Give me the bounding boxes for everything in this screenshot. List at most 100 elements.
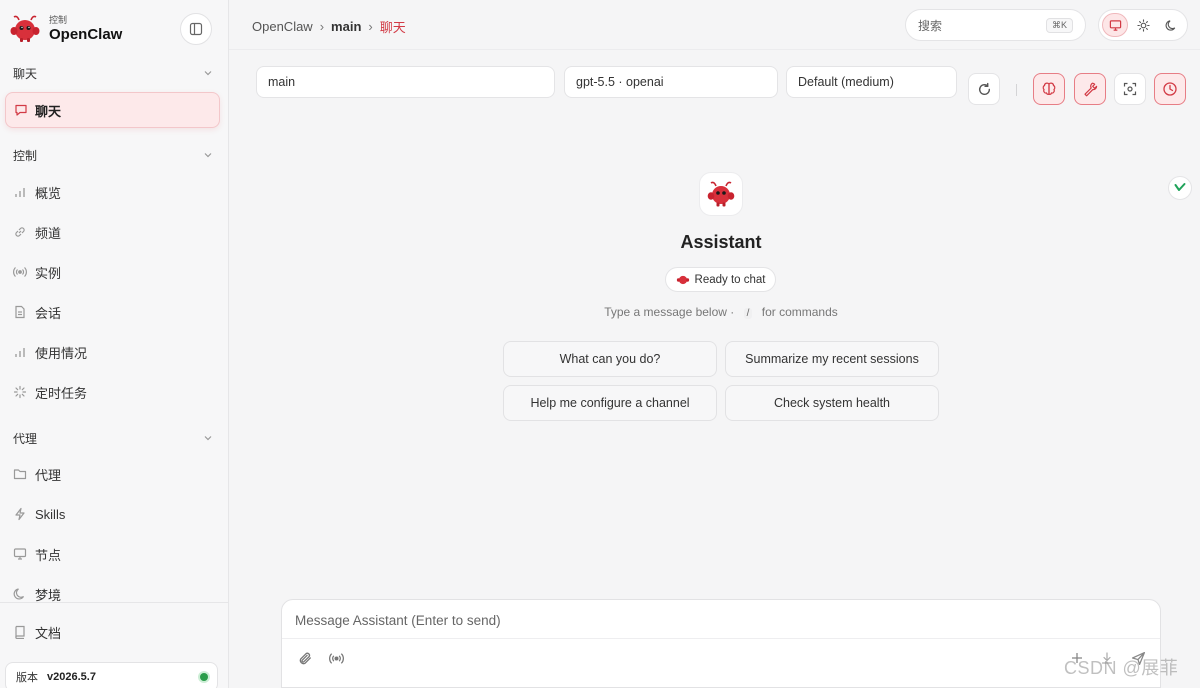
suggestion-button[interactable]: Summarize my recent sessions xyxy=(725,341,939,377)
theme-switcher xyxy=(1098,9,1188,41)
chat-bubble-icon xyxy=(15,104,27,116)
moon-icon xyxy=(1165,19,1175,31)
assistant-name: Assistant xyxy=(680,232,762,252)
sidebar-item-agents[interactable]: 代理 xyxy=(13,462,213,486)
brand[interactable]: 控制 OpenClaw xyxy=(10,12,122,46)
sidebar-item-label: 聊天 xyxy=(35,103,62,119)
hint-text: Type a message below · xyxy=(604,305,735,319)
theme-system-button[interactable] xyxy=(1102,13,1128,37)
breadcrumb-separator-icon: › xyxy=(319,19,325,34)
link-icon xyxy=(15,227,25,237)
wrench-icon xyxy=(1084,82,1098,97)
sidebar-item-docs[interactable]: 文档 xyxy=(13,620,213,644)
clock-icon xyxy=(1163,82,1177,96)
version-info: 版本 v2026.5.7 xyxy=(5,662,218,688)
broadcast-icon xyxy=(328,652,344,664)
assistant-avatar xyxy=(699,172,743,216)
section-chat-title: 聊天 xyxy=(13,66,38,81)
section-control-title: 控制 xyxy=(13,148,38,163)
chevron-down-icon xyxy=(204,153,212,158)
section-agent-header[interactable]: 代理 xyxy=(13,428,213,448)
section-control-header[interactable]: 控制 xyxy=(13,145,213,165)
session-select-value: main xyxy=(268,75,296,89)
folder-icon xyxy=(13,469,27,480)
watermark-text: CSDN @展菲 xyxy=(1064,658,1179,678)
toolbar-divider xyxy=(1016,84,1017,96)
suggestion-label: Check system health xyxy=(773,396,891,410)
suggestion-label: What can you do? xyxy=(559,352,661,366)
thinking-toggle-button[interactable] xyxy=(1033,73,1065,105)
sidebar-item-label: Skills xyxy=(35,506,66,522)
section-agent-title: 代理 xyxy=(13,431,38,446)
sidebar-item-usage[interactable]: 使用情况 xyxy=(13,340,213,364)
attach-button[interactable] xyxy=(296,649,314,667)
online-status-dot xyxy=(200,673,208,681)
sidebar-divider xyxy=(0,602,229,603)
tools-button[interactable] xyxy=(1074,73,1106,105)
check-logo-icon xyxy=(1174,183,1186,191)
sidebar-item-scheduled-tasks[interactable]: 定时任务 xyxy=(13,380,213,404)
voice-button[interactable] xyxy=(327,649,345,667)
slash-key-badge: / xyxy=(743,308,753,319)
sidebar-item-chat[interactable]: 聊天 xyxy=(5,92,220,128)
monitor-icon xyxy=(1109,19,1121,31)
status-text: Ready to chat xyxy=(694,273,766,286)
hint-text: for commands xyxy=(761,305,838,319)
composer-divider xyxy=(282,638,1160,639)
bar-chart-icon xyxy=(15,188,25,197)
suggestion-label: Summarize my recent sessions xyxy=(745,352,919,366)
sidebar: 控制 OpenClaw 聊天 聊天 控制 概览 频道 实例 会话 使用情况 定时… xyxy=(0,0,229,688)
suggestion-button[interactable]: What can you do? xyxy=(503,341,717,377)
paperclip-icon xyxy=(299,652,311,664)
theme-dark-button[interactable] xyxy=(1158,13,1184,37)
brand-name: OpenClaw xyxy=(49,25,123,43)
command-hint: Type a message below · / for commands xyxy=(560,305,882,319)
session-select[interactable]: main xyxy=(256,66,555,98)
breadcrumb-current: 聊天 xyxy=(379,20,406,35)
suggestion-button[interactable]: Check system health xyxy=(725,385,939,421)
focus-mode-button[interactable] xyxy=(1114,73,1146,105)
breadcrumb-separator-icon: › xyxy=(368,19,373,34)
sidebar-item-instances[interactable]: 实例 xyxy=(13,260,213,284)
suggestion-button[interactable]: Help me configure a channel xyxy=(503,385,717,421)
history-button[interactable] xyxy=(1154,73,1186,105)
brand-subtitle: 控制 xyxy=(49,14,68,25)
brain-icon xyxy=(1042,82,1056,95)
sidebar-item-label: 实例 xyxy=(35,265,62,281)
thinking-level-select[interactable]: Default (medium) xyxy=(786,66,957,98)
message-input[interactable] xyxy=(282,600,1160,638)
mascot-mini-icon xyxy=(676,275,689,284)
top-bar: OpenClaw › main › 聊天 搜索 ⌘K xyxy=(229,0,1200,50)
breadcrumb-session[interactable]: main xyxy=(331,19,361,34)
sidebar-item-sessions[interactable]: 会话 xyxy=(13,300,213,324)
sidebar-item-label: 定时任务 xyxy=(35,385,88,401)
bar-chart-icon xyxy=(15,348,25,357)
chevron-down-icon xyxy=(204,71,212,76)
search-input[interactable]: 搜索 ⌘K xyxy=(905,9,1086,41)
sidebar-item-label: 代理 xyxy=(35,467,62,483)
broadcast-icon xyxy=(13,267,27,277)
breadcrumb-root[interactable]: OpenClaw xyxy=(252,19,313,34)
loader-icon xyxy=(13,385,27,399)
chevron-down-icon xyxy=(204,436,212,441)
extension-badge-icon[interactable] xyxy=(1168,176,1192,200)
sidebar-item-skills[interactable]: Skills xyxy=(13,502,213,526)
status-badge: Ready to chat xyxy=(665,267,776,292)
sidebar-item-channels[interactable]: 频道 xyxy=(13,220,213,244)
search-placeholder: 搜索 xyxy=(918,18,943,33)
focus-icon xyxy=(1123,82,1137,96)
sidebar-item-nodes[interactable]: 节点 xyxy=(13,542,213,566)
refresh-icon xyxy=(978,82,990,95)
sidebar-item-label: 文档 xyxy=(35,625,62,641)
sidebar-toggle-icon xyxy=(189,22,203,36)
refresh-button[interactable] xyxy=(968,73,1000,105)
model-select[interactable]: gpt-5.5 · openai xyxy=(564,66,778,98)
thinking-level-value: Default (medium) xyxy=(798,75,894,89)
section-chat-header[interactable]: 聊天 xyxy=(13,63,213,83)
sidebar-item-overview[interactable]: 概览 xyxy=(13,180,213,204)
version-number: v2026.5.7 xyxy=(47,671,96,683)
breadcrumb: OpenClaw › main › 聊天 xyxy=(252,17,406,36)
openclaw-mascot-icon xyxy=(707,181,735,207)
collapse-sidebar-button[interactable] xyxy=(180,13,212,45)
theme-light-button[interactable] xyxy=(1130,13,1156,37)
